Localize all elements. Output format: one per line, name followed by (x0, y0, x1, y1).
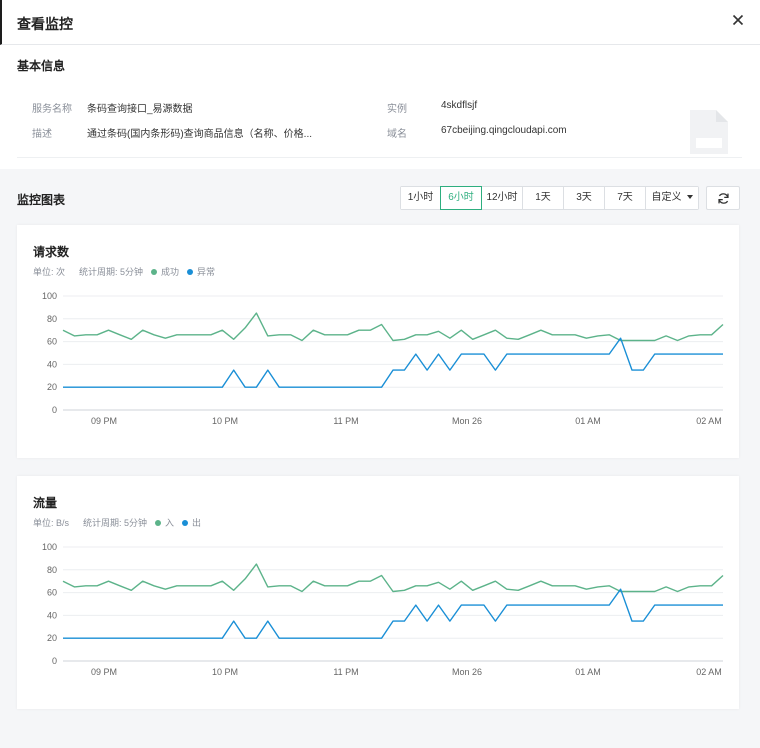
x-tick-label: Mon 26 (452, 667, 482, 677)
document-icon (690, 110, 728, 154)
y-tick-label: 60 (47, 337, 57, 347)
y-tick-label: 100 (42, 542, 57, 552)
refresh-icon (718, 193, 729, 204)
y-tick-label: 80 (47, 565, 57, 575)
x-tick-label: 10 PM (212, 667, 238, 677)
domain-value: 67cbeijing.qingcloudapi.com (441, 125, 567, 136)
y-tick-label: 40 (47, 359, 57, 369)
instance-label: 实例 (387, 104, 407, 115)
range-1d-button[interactable]: 1天 (523, 187, 564, 209)
monitor-section-title: 监控图表 (17, 193, 66, 207)
dialog-title: 查看监控 (17, 16, 73, 32)
x-tick-label: Mon 26 (452, 416, 482, 426)
basic-info-panel: 服务名称 条码查询接口_易源数据 实例 4skdflsjf 描述 通过条码(国内… (17, 85, 742, 158)
y-tick-label: 40 (47, 610, 57, 620)
service-name-label: 服务名称 (32, 104, 72, 115)
basic-info-title: 基本信息 (17, 59, 66, 73)
close-icon[interactable] (730, 12, 746, 28)
dialog-header: 查看监控 (0, 0, 760, 45)
y-tick-label: 20 (47, 633, 57, 643)
y-tick-label: 100 (42, 291, 57, 301)
service-name-value: 条码查询接口_易源数据 (87, 104, 193, 115)
y-tick-label: 80 (47, 314, 57, 324)
x-tick-label: 02 AM (696, 416, 722, 426)
traffic-line-chart: 0 20 40 60 80 100 09 PM 10 PM 11 PM Mon 26 01 AM 02… (42, 542, 724, 677)
y-tick-label: 0 (52, 405, 57, 415)
series-line-异常 (63, 337, 723, 388)
time-range-selector: 1小时 6小时 12小时 1天 3天 7天 自定义 (400, 186, 699, 210)
description-label: 描述 (32, 129, 52, 140)
x-tick-label: 09 PM (91, 667, 117, 677)
refresh-button[interactable] (706, 186, 740, 210)
range-1h-button[interactable]: 1小时 (401, 187, 441, 209)
x-tick-label: 01 AM (575, 667, 601, 677)
basic-info-section: 基本信息 服务名称 条码查询接口_易源数据 实例 4skdflsjf 描述 通过… (0, 45, 760, 169)
instance-value: 4skdflsjf (441, 100, 478, 111)
range-7d-button[interactable]: 7天 (605, 187, 646, 209)
requests-line-chart: 0 20 40 60 80 100 09 PM 10 PM 11 PM Mon 26 01 AM 02… (42, 291, 724, 426)
x-tick-label: 11 PM (333, 416, 358, 426)
chevron-down-icon (686, 195, 693, 200)
range-3d-button[interactable]: 3天 (564, 187, 605, 209)
series-line-入 (62, 563, 724, 593)
x-tick-label: 02 AM (696, 667, 722, 677)
range-custom-label: 自定义 (651, 192, 682, 203)
requests-chart-card: 请求数 单位: 次 统计周期: 5分钟 成功 异常 0 20 40 60 80 100 09… (17, 225, 739, 458)
x-tick-label: 01 AM (575, 416, 601, 426)
series-line-成功 (62, 312, 724, 342)
y-tick-label: 20 (47, 382, 57, 392)
range-12h-button[interactable]: 12小时 (482, 187, 523, 209)
range-custom-dropdown[interactable]: 自定义 (646, 187, 698, 209)
x-tick-label: 10 PM (212, 416, 238, 426)
domain-label: 域名 (387, 129, 407, 140)
series-line-出 (63, 588, 723, 639)
x-tick-label: 11 PM (333, 667, 358, 677)
y-tick-label: 60 (47, 588, 57, 598)
y-tick-label: 0 (52, 656, 57, 666)
traffic-chart-card: 流量 单位: B/s 统计周期: 5分钟 入 出 0 20 40 60 80 100 09 … (17, 476, 739, 709)
range-6h-button[interactable]: 6小时 (440, 186, 482, 210)
description-value: 通过条码(国内条形码)查询商品信息（名称、价格... (87, 129, 312, 140)
x-tick-label: 09 PM (91, 416, 117, 426)
